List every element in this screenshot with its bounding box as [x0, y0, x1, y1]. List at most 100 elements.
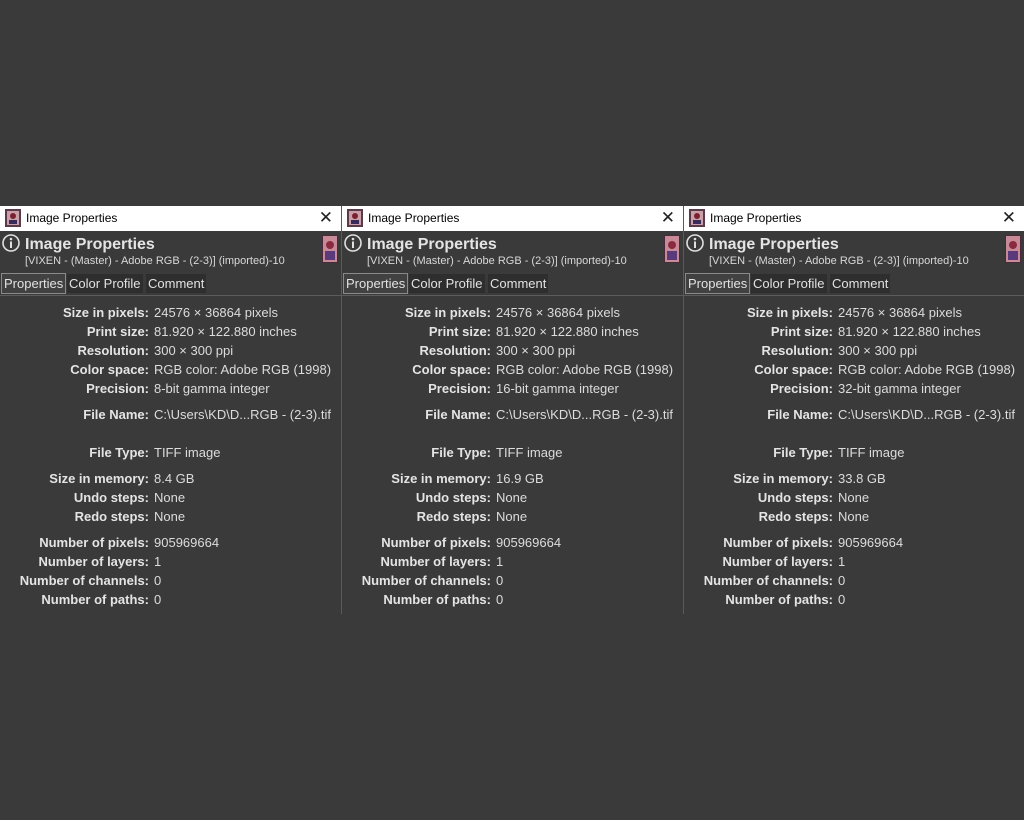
dialog-header: Image Properties [VIXEN - (Master) - Ado…	[684, 231, 1024, 271]
label: File Type:	[431, 445, 491, 460]
tab-color-profile[interactable]: Color Profile	[67, 274, 143, 293]
image-thumbnail	[664, 235, 680, 263]
value: 81.920 × 122.880 inches	[154, 324, 297, 339]
row-file-type: File Type: TIFF image	[684, 444, 1024, 462]
tab-properties[interactable]: Properties	[685, 273, 751, 294]
label: Number of channels:	[19, 573, 149, 588]
tab-comment[interactable]: Comment	[488, 274, 549, 293]
value: None	[838, 490, 870, 505]
value: C:\Users\KD\D...RGB - (2-3).tif	[496, 407, 673, 422]
dialog-header: Image Properties [VIXEN - (Master) - Ado…	[342, 231, 683, 271]
close-icon[interactable]: ✕	[1002, 208, 1016, 228]
row-undo-steps: Undo steps: None	[684, 489, 1024, 507]
row-number-of-paths: Number of paths: 0	[0, 591, 341, 609]
row-color-space: Color space: RGB color: Adobe RGB (1998)	[684, 361, 1024, 379]
tab-properties[interactable]: Properties	[343, 273, 409, 294]
label: Resolution:	[77, 343, 150, 358]
row-resolution: Resolution: 300 × 300 ppi	[342, 342, 683, 360]
row-file-type: File Type: TIFF image	[0, 444, 341, 462]
close-icon[interactable]: ✕	[661, 208, 675, 228]
window-title: Image Properties	[26, 211, 118, 225]
label: Number of layers:	[38, 554, 149, 569]
label: Number of pixels:	[39, 535, 149, 550]
value: 24576 × 36864 pixels	[838, 305, 962, 320]
value: 8-bit gamma integer	[154, 381, 270, 396]
value: RGB color: Adobe RGB (1998)	[154, 362, 332, 377]
row-number-of-layers: Number of layers: 1	[342, 553, 683, 571]
close-icon[interactable]: ✕	[319, 208, 333, 228]
label: Number of pixels:	[723, 535, 833, 550]
value: 1	[496, 554, 504, 569]
value: C:\Users\KD\D...RGB - (2-3).tif	[838, 407, 1015, 422]
label: Precision:	[428, 381, 491, 396]
tab-comment[interactable]: Comment	[830, 274, 891, 293]
row-size-in-pixels: Size in pixels: 24576 × 36864 pixels	[342, 304, 683, 322]
row-number-of-pixels: Number of pixels: 905969664	[684, 534, 1024, 552]
row-size-in-pixels: Size in pixels: 24576 × 36864 pixels	[684, 304, 1024, 322]
value: None	[496, 490, 528, 505]
value: 1	[838, 554, 846, 569]
row-number-of-layers: Number of layers: 1	[0, 553, 341, 571]
row-print-size: Print size: 81.920 × 122.880 inches	[0, 323, 341, 341]
row-number-of-layers: Number of layers: 1	[684, 553, 1024, 571]
value: RGB color: Adobe RGB (1998)	[838, 362, 1016, 377]
value: None	[838, 509, 870, 524]
window-title: Image Properties	[710, 211, 802, 225]
label: Number of channels:	[703, 573, 833, 588]
value: 905969664	[154, 535, 220, 550]
value: 81.920 × 122.880 inches	[838, 324, 981, 339]
tab-bar: Properties Color Profile Comment	[684, 272, 1024, 296]
row-number-of-pixels: Number of pixels: 905969664	[0, 534, 341, 552]
label: File Type:	[89, 445, 149, 460]
dialog-subtitle: [VIXEN - (Master) - Adobe RGB - (2-3)] (…	[709, 255, 969, 267]
label: Undo steps:	[73, 490, 149, 505]
label: Color space:	[754, 362, 833, 377]
row-size-in-memory: Size in memory: 8.4 GB	[0, 470, 341, 488]
label: Color space:	[412, 362, 491, 377]
tab-comment[interactable]: Comment	[146, 274, 207, 293]
value: RGB color: Adobe RGB (1998)	[496, 362, 674, 377]
row-print-size: Print size: 81.920 × 122.880 inches	[342, 323, 683, 341]
label: Resolution:	[761, 343, 834, 358]
value: 905969664	[496, 535, 562, 550]
label: Print size:	[770, 324, 833, 339]
info-icon	[2, 234, 20, 252]
row-undo-steps: Undo steps: None	[342, 489, 683, 507]
window-titlebar: Image Properties ✕	[684, 206, 1024, 231]
value: TIFF image	[496, 445, 563, 460]
row-file-type: File Type: TIFF image	[342, 444, 683, 462]
image-properties-window: Image Properties ✕ Image Properties [VIX…	[0, 206, 341, 614]
row-resolution: Resolution: 300 × 300 ppi	[684, 342, 1024, 360]
image-properties-window: Image Properties ✕ Image Properties [VIX…	[342, 206, 683, 614]
value: 33.8 GB	[838, 471, 886, 486]
dialog-header: Image Properties [VIXEN - (Master) - Ado…	[0, 231, 341, 271]
label: Print size:	[86, 324, 149, 339]
image-properties-window: Image Properties ✕ Image Properties [VIX…	[684, 206, 1024, 614]
row-color-space: Color space: RGB color: Adobe RGB (1998)	[0, 361, 341, 379]
row-file-name: File Name: C:\Users\KD\D...RGB - (2-3).ti…	[0, 406, 341, 424]
tab-color-profile[interactable]: Color Profile	[409, 274, 485, 293]
label: Size in memory:	[391, 471, 491, 486]
app-image-icon	[5, 209, 21, 227]
value: 24576 × 36864 pixels	[154, 305, 278, 320]
value: 0	[154, 592, 162, 607]
label: Size in memory:	[49, 471, 149, 486]
label: Number of pixels:	[381, 535, 491, 550]
value: 0	[838, 573, 846, 588]
label: Number of paths:	[41, 592, 149, 607]
value: None	[154, 490, 186, 505]
value: 0	[154, 573, 162, 588]
label: Undo steps:	[757, 490, 833, 505]
value: 300 × 300 ppi	[496, 343, 576, 358]
value: TIFF image	[154, 445, 221, 460]
row-number-of-pixels: Number of pixels: 905969664	[342, 534, 683, 552]
tab-properties[interactable]: Properties	[1, 273, 67, 294]
label: Size in memory:	[733, 471, 833, 486]
value: 24576 × 36864 pixels	[496, 305, 620, 320]
window-title: Image Properties	[368, 211, 460, 225]
dialog-title: Image Properties	[367, 236, 497, 253]
row-size-in-pixels: Size in pixels: 24576 × 36864 pixels	[0, 304, 341, 322]
info-icon	[686, 234, 704, 252]
row-number-of-channels: Number of channels: 0	[342, 572, 683, 590]
tab-color-profile[interactable]: Color Profile	[751, 274, 827, 293]
